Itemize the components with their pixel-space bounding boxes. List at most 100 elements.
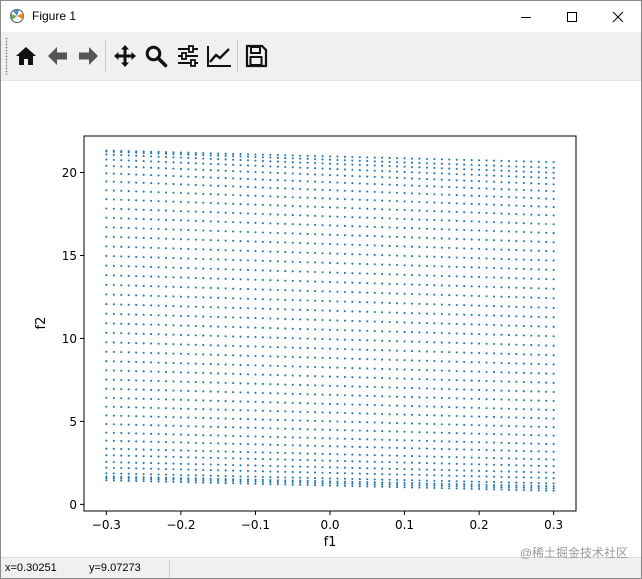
scatter-point [135,284,138,287]
scatter-point [410,486,414,489]
scatter-point [537,166,540,169]
scatter-point [276,231,279,235]
figure-window: Figure 1 −0.3 −0.2 −0.1 0.0 0.1 0.2 0.3 … [0,0,642,579]
scatter-point [261,165,264,168]
scatter-point [500,164,503,168]
scatter-point [321,366,324,369]
scatter-point [448,351,451,354]
title-bar[interactable]: Figure 1 [1,1,641,32]
scatter-point [246,268,250,271]
scatter-point [157,285,160,288]
scatter-point [351,453,354,456]
scatter-point [425,236,428,240]
scatter-point [135,217,138,220]
scatter-point [239,240,242,243]
scatter-point [478,424,481,427]
save-button[interactable] [242,42,270,70]
scatter-point [112,180,115,183]
toolbar-grip[interactable] [5,37,8,75]
scatter-point [396,273,399,276]
scatter-point [366,253,369,256]
scatter-point [299,308,302,311]
scatter-point [135,467,138,470]
scatter-point [537,249,540,252]
scatter-point [164,285,168,288]
scatter-point [440,423,443,426]
scatter-point [478,469,481,472]
scatter-point [328,261,332,264]
scatter-point [463,332,466,335]
scatter-point [239,335,242,338]
scatter-point [239,457,242,460]
scatter-point [433,474,436,477]
scatter-point [485,220,488,223]
plot-canvas[interactable]: −0.3 −0.2 −0.1 0.0 0.1 0.2 0.3 0 5 10 15 20 f1 f2 [1,81,641,555]
scatter-point [463,313,466,316]
minimize-button[interactable] [503,1,549,32]
edit-axes-button[interactable] [205,42,233,70]
scatter-point [351,310,354,313]
scatter-point [321,290,324,293]
scatter-point [187,267,190,270]
zoom-button[interactable] [142,42,170,70]
home-button[interactable] [12,42,40,70]
scatter-point [299,260,302,264]
scatter-point [120,397,123,400]
scatter-point [373,386,376,389]
scatter-point [321,420,324,423]
scatter-point [172,468,175,471]
scatter-point [425,192,428,195]
scatter-point [358,310,361,313]
scatter-point [500,361,503,365]
scatter-point [217,363,220,366]
scatter-point [127,181,130,184]
scatter-point [254,153,257,156]
scatter-point [440,172,443,175]
forward-button[interactable] [74,42,102,70]
scatter-chart[interactable]: −0.3 −0.2 −0.1 0.0 0.1 0.2 0.3 05101520 f1 f2 [1,81,641,555]
scatter-point [403,386,406,389]
close-button[interactable] [595,1,641,32]
scatter-point [478,257,481,260]
scatter-point [507,175,510,178]
scatter-point [217,456,220,460]
scatter-point [463,485,466,488]
scatter-point [194,416,197,419]
scatter-point [127,388,130,391]
scatter-point [112,303,115,306]
scatter-point [485,480,488,483]
scatter-point [530,182,533,185]
scatter-point [388,292,391,295]
scatter-point [306,232,309,236]
scatter-point [194,468,197,471]
scatter-point [112,414,115,417]
subplots-button[interactable] [174,42,202,70]
scatter-point [276,479,279,482]
scatter-point [194,334,197,337]
scatter-point [336,453,339,456]
scatter-point [172,156,175,159]
scatter-point [202,192,205,195]
scatter-point [418,431,421,434]
maximize-button[interactable] [549,1,595,32]
scatter-point [455,480,458,483]
scatter-point [150,379,153,382]
scatter-point [239,409,242,412]
scatter-point [410,321,414,324]
scatter-point [433,237,436,240]
scatter-point [299,471,302,474]
scatter-point [358,301,361,304]
scatter-point [373,467,376,470]
back-button[interactable] [44,42,72,70]
scatter-point [448,265,451,268]
scatter-point [224,469,227,472]
scatter-point [500,333,503,336]
scatter-point [358,272,361,275]
scatter-point [291,465,294,468]
scatter-point [142,155,145,158]
scatter-point [187,201,190,204]
scatter-point [425,468,428,471]
scatter-point [381,176,384,179]
pan-button[interactable] [111,42,139,70]
chart-line-icon [207,46,231,67]
